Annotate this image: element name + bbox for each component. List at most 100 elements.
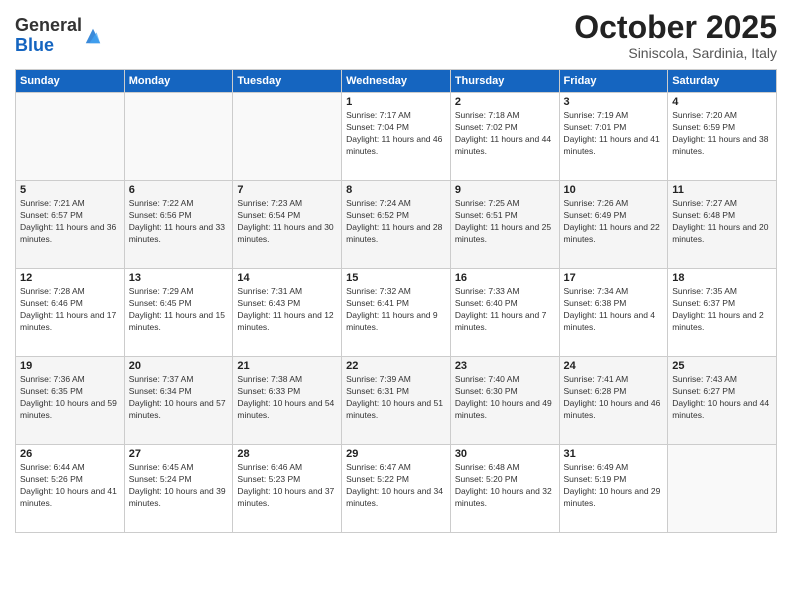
day-number: 8 bbox=[346, 184, 446, 196]
day-number: 23 bbox=[455, 360, 555, 372]
table-row: 24 Sunrise: 7:41 AM Sunset: 6:28 PM Dayli… bbox=[559, 357, 668, 445]
day-number: 4 bbox=[672, 96, 772, 108]
day-number: 31 bbox=[564, 448, 664, 460]
day-info: Sunrise: 7:43 AM Sunset: 6:27 PM Dayligh… bbox=[672, 374, 772, 422]
day-number: 28 bbox=[237, 448, 337, 460]
col-sunday: Sunday bbox=[16, 70, 125, 93]
day-number: 17 bbox=[564, 272, 664, 284]
col-thursday: Thursday bbox=[450, 70, 559, 93]
day-info: Sunrise: 7:29 AM Sunset: 6:45 PM Dayligh… bbox=[129, 286, 229, 334]
table-row: 3 Sunrise: 7:19 AM Sunset: 7:01 PM Daylig… bbox=[559, 93, 668, 181]
day-number: 2 bbox=[455, 96, 555, 108]
calendar-table: Sunday Monday Tuesday Wednesday Thursday… bbox=[15, 69, 777, 533]
day-number: 5 bbox=[20, 184, 120, 196]
table-row: 31Sunrise: 6:49 AM Sunset: 5:19 PM Dayli… bbox=[559, 445, 668, 533]
table-row: 26Sunrise: 6:44 AM Sunset: 5:26 PM Dayli… bbox=[16, 445, 125, 533]
calendar-week-row: 26Sunrise: 6:44 AM Sunset: 5:26 PM Dayli… bbox=[16, 445, 777, 533]
table-row: 6 Sunrise: 7:22 AM Sunset: 6:56 PM Daylig… bbox=[124, 181, 233, 269]
table-row: 17 Sunrise: 7:34 AM Sunset: 6:38 PM Dayli… bbox=[559, 269, 668, 357]
day-info: Sunrise: 7:27 AM Sunset: 6:48 PM Dayligh… bbox=[672, 198, 772, 246]
table-row: 19Sunrise: 7:36 AM Sunset: 6:35 PM Dayli… bbox=[16, 357, 125, 445]
table-row: 16 Sunrise: 7:33 AM Sunset: 6:40 PM Dayli… bbox=[450, 269, 559, 357]
day-info: Sunrise: 7:26 AM Sunset: 6:49 PM Dayligh… bbox=[564, 198, 664, 246]
day-number: 24 bbox=[564, 360, 664, 372]
day-info: Sunrise: 7:40 AM Sunset: 6:30 PM Dayligh… bbox=[455, 374, 555, 422]
table-row bbox=[668, 445, 777, 533]
col-monday: Monday bbox=[124, 70, 233, 93]
day-info: Sunrise: 7:28 AM Sunset: 6:46 PM Dayligh… bbox=[20, 286, 120, 334]
day-info: Sunrise: 7:17 AM Sunset: 7:04 PM Dayligh… bbox=[346, 110, 446, 158]
day-number: 1 bbox=[346, 96, 446, 108]
col-wednesday: Wednesday bbox=[342, 70, 451, 93]
day-number: 10 bbox=[564, 184, 664, 196]
table-row: 13 Sunrise: 7:29 AM Sunset: 6:45 PM Dayli… bbox=[124, 269, 233, 357]
month-title: October 2025 bbox=[574, 10, 777, 45]
day-number: 12 bbox=[20, 272, 120, 284]
day-info: Sunrise: 7:33 AM Sunset: 6:40 PM Dayligh… bbox=[455, 286, 555, 334]
table-row: 9 Sunrise: 7:25 AM Sunset: 6:51 PM Daylig… bbox=[450, 181, 559, 269]
day-info: Sunrise: 6:48 AM Sunset: 5:20 PM Dayligh… bbox=[455, 462, 555, 510]
table-row: 22 Sunrise: 7:39 AM Sunset: 6:31 PM Dayli… bbox=[342, 357, 451, 445]
day-info: Sunrise: 7:35 AM Sunset: 6:37 PM Dayligh… bbox=[672, 286, 772, 334]
table-row: 15 Sunrise: 7:32 AM Sunset: 6:41 PM Dayli… bbox=[342, 269, 451, 357]
day-number: 26 bbox=[20, 448, 120, 460]
day-number: 22 bbox=[346, 360, 446, 372]
table-row: 29 Sunrise: 6:47 AM Sunset: 5:22 PM Dayli… bbox=[342, 445, 451, 533]
table-row: 28Sunrise: 6:46 AM Sunset: 5:23 PM Dayli… bbox=[233, 445, 342, 533]
page-header: General Blue October 2025 Siniscola, Sar… bbox=[15, 10, 777, 61]
day-number: 15 bbox=[346, 272, 446, 284]
day-info: Sunrise: 7:20 AM Sunset: 6:59 PM Dayligh… bbox=[672, 110, 772, 158]
table-row: 23 Sunrise: 7:40 AM Sunset: 6:30 PM Dayli… bbox=[450, 357, 559, 445]
col-friday: Friday bbox=[559, 70, 668, 93]
title-block: October 2025 Siniscola, Sardinia, Italy bbox=[574, 10, 777, 61]
table-row: 25 Sunrise: 7:43 AM Sunset: 6:27 PM Dayli… bbox=[668, 357, 777, 445]
table-row: 11 Sunrise: 7:27 AM Sunset: 6:48 PM Dayli… bbox=[668, 181, 777, 269]
day-info: Sunrise: 7:19 AM Sunset: 7:01 PM Dayligh… bbox=[564, 110, 664, 158]
table-row: 27Sunrise: 6:45 AM Sunset: 5:24 PM Dayli… bbox=[124, 445, 233, 533]
calendar-week-row: 12 Sunrise: 7:28 AM Sunset: 6:46 PM Dayli… bbox=[16, 269, 777, 357]
day-info: Sunrise: 7:38 AM Sunset: 6:33 PM Dayligh… bbox=[237, 374, 337, 422]
day-number: 18 bbox=[672, 272, 772, 284]
day-info: Sunrise: 6:47 AM Sunset: 5:22 PM Dayligh… bbox=[346, 462, 446, 510]
table-row: 2 Sunrise: 7:18 AM Sunset: 7:02 PM Daylig… bbox=[450, 93, 559, 181]
day-info: Sunrise: 7:25 AM Sunset: 6:51 PM Dayligh… bbox=[455, 198, 555, 246]
day-number: 9 bbox=[455, 184, 555, 196]
day-info: Sunrise: 7:36 AM Sunset: 6:35 PM Dayligh… bbox=[20, 374, 120, 422]
day-number: 21 bbox=[237, 360, 337, 372]
calendar-week-row: 1 Sunrise: 7:17 AM Sunset: 7:04 PM Daylig… bbox=[16, 93, 777, 181]
table-row: 14Sunrise: 7:31 AM Sunset: 6:43 PM Dayli… bbox=[233, 269, 342, 357]
location-subtitle: Siniscola, Sardinia, Italy bbox=[574, 45, 777, 61]
day-number: 6 bbox=[129, 184, 229, 196]
table-row: 8 Sunrise: 7:24 AM Sunset: 6:52 PM Daylig… bbox=[342, 181, 451, 269]
day-info: Sunrise: 7:24 AM Sunset: 6:52 PM Dayligh… bbox=[346, 198, 446, 246]
day-number: 13 bbox=[129, 272, 229, 284]
table-row: 21 Sunrise: 7:38 AM Sunset: 6:33 PM Dayli… bbox=[233, 357, 342, 445]
logo-icon bbox=[84, 27, 102, 45]
logo: General Blue bbox=[15, 16, 102, 56]
table-row: 12 Sunrise: 7:28 AM Sunset: 6:46 PM Dayli… bbox=[16, 269, 125, 357]
day-info: Sunrise: 7:41 AM Sunset: 6:28 PM Dayligh… bbox=[564, 374, 664, 422]
table-row bbox=[124, 93, 233, 181]
col-saturday: Saturday bbox=[668, 70, 777, 93]
day-info: Sunrise: 7:32 AM Sunset: 6:41 PM Dayligh… bbox=[346, 286, 446, 334]
day-number: 25 bbox=[672, 360, 772, 372]
table-row: 1 Sunrise: 7:17 AM Sunset: 7:04 PM Daylig… bbox=[342, 93, 451, 181]
calendar-week-row: 5Sunrise: 7:21 AM Sunset: 6:57 PM Daylig… bbox=[16, 181, 777, 269]
day-number: 3 bbox=[564, 96, 664, 108]
day-number: 16 bbox=[455, 272, 555, 284]
day-number: 11 bbox=[672, 184, 772, 196]
table-row: 5Sunrise: 7:21 AM Sunset: 6:57 PM Daylig… bbox=[16, 181, 125, 269]
day-info: Sunrise: 7:18 AM Sunset: 7:02 PM Dayligh… bbox=[455, 110, 555, 158]
day-number: 30 bbox=[455, 448, 555, 460]
day-info: Sunrise: 7:39 AM Sunset: 6:31 PM Dayligh… bbox=[346, 374, 446, 422]
table-row bbox=[16, 93, 125, 181]
day-number: 14 bbox=[237, 272, 337, 284]
day-number: 29 bbox=[346, 448, 446, 460]
calendar-header-row: Sunday Monday Tuesday Wednesday Thursday… bbox=[16, 70, 777, 93]
day-info: Sunrise: 7:23 AM Sunset: 6:54 PM Dayligh… bbox=[237, 198, 337, 246]
day-number: 27 bbox=[129, 448, 229, 460]
table-row: 4 Sunrise: 7:20 AM Sunset: 6:59 PM Daylig… bbox=[668, 93, 777, 181]
logo-blue: Blue bbox=[15, 36, 82, 56]
day-info: Sunrise: 7:34 AM Sunset: 6:38 PM Dayligh… bbox=[564, 286, 664, 334]
day-info: Sunrise: 7:22 AM Sunset: 6:56 PM Dayligh… bbox=[129, 198, 229, 246]
